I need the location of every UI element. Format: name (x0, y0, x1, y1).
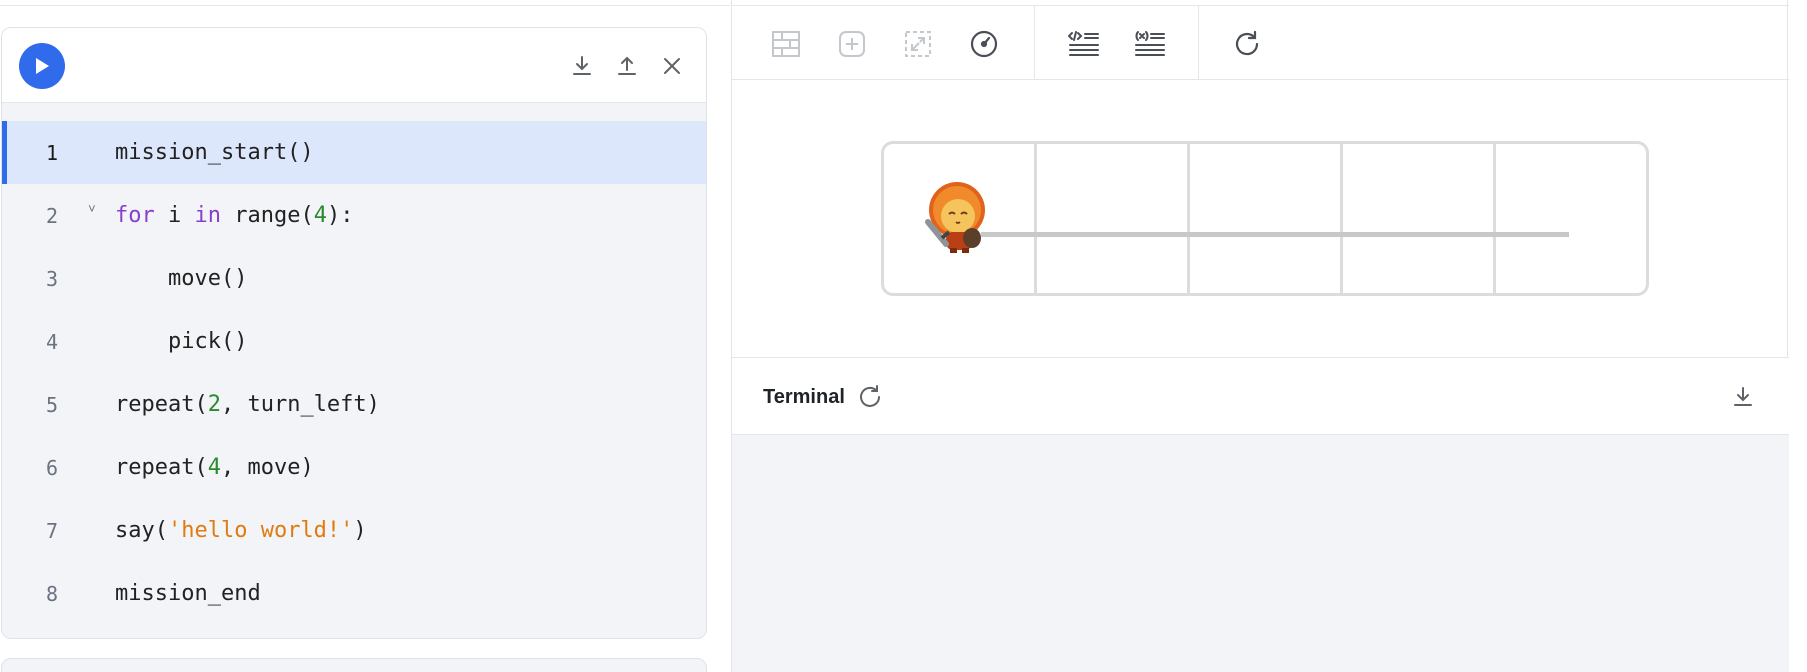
secondary-panel (1, 658, 707, 672)
close-editor-button[interactable] (657, 51, 687, 81)
lion-knight-character-icon (925, 182, 985, 253)
code-fragment: , move) (220, 455, 314, 480)
code-text[interactable]: move() (115, 266, 247, 291)
run-button[interactable] (19, 43, 65, 89)
divider (0, 5, 730, 6)
code-fragment: ): (326, 203, 354, 228)
upload-code-button[interactable] (612, 51, 642, 81)
terminal-refresh-button[interactable] (855, 382, 885, 412)
code-fragment: repeat( (115, 392, 208, 417)
game-stage (732, 80, 1789, 358)
code-line[interactable]: 1 mission_start() (2, 121, 706, 184)
variables-view-button[interactable] (1133, 27, 1167, 61)
code-line[interactable]: 3 move() (2, 247, 706, 310)
toolbar-separator (1198, 6, 1199, 80)
code-text[interactable]: for i in range(4): (115, 203, 353, 228)
grid-line (1493, 144, 1496, 293)
upload-icon (618, 56, 636, 75)
grid-toggle-button[interactable] (769, 27, 803, 61)
number-literal: 4 (207, 455, 221, 480)
code-line[interactable]: 6 repeat(4, move) (2, 436, 706, 499)
code-fragment: , turn_left) (220, 392, 380, 417)
speed-icon (970, 30, 998, 58)
fold-toggle-icon[interactable]: ˅ (88, 202, 96, 217)
line-number: 5 (45, 392, 59, 417)
toolbar-separator (1034, 6, 1035, 80)
grid-icon (772, 31, 800, 57)
fit-icon (905, 31, 931, 57)
game-grid (881, 141, 1649, 296)
download-icon (1734, 387, 1752, 406)
grid-line (1034, 144, 1037, 293)
code-lines[interactable]: 1 mission_start() 2 ˅ for i in range(4):… (2, 121, 706, 625)
string-literal: 'hello world!' (167, 518, 354, 543)
add-object-button[interactable] (835, 27, 869, 61)
code-line[interactable]: 4 pick() (2, 310, 706, 373)
line-number: 6 (45, 455, 59, 480)
code-line[interactable]: 2 ˅ for i in range(4): (2, 184, 706, 247)
variables-view-icon (1135, 31, 1165, 56)
speed-control-button[interactable] (967, 27, 1001, 61)
line-number: 2 (45, 203, 59, 228)
add-icon (839, 31, 865, 57)
code-view-button[interactable] (1067, 27, 1101, 61)
code-editor: 1 mission_start() 2 ˅ for i in range(4):… (1, 27, 707, 639)
number-literal: 2 (207, 392, 221, 417)
stage-toolbar (732, 6, 1789, 80)
line-number: 3 (45, 266, 59, 291)
code-text[interactable]: pick() (115, 329, 247, 354)
code-line[interactable]: 5 repeat(2, turn_left) (2, 373, 706, 436)
terminal-title: Terminal (763, 386, 845, 408)
movement-path (981, 232, 1569, 237)
keyword: in (194, 203, 222, 228)
code-fragment: range( (221, 203, 314, 228)
code-text[interactable]: repeat(2, turn_left) (115, 392, 380, 417)
refresh-icon (1235, 30, 1259, 56)
code-fragment: repeat( (115, 455, 208, 480)
play-icon (36, 58, 49, 74)
code-text[interactable]: say('hello world!') (115, 518, 367, 543)
fit-view-button[interactable] (901, 27, 935, 61)
code-text[interactable]: repeat(4, move) (115, 455, 314, 480)
grid-line (1340, 144, 1343, 293)
refresh-icon (860, 385, 880, 407)
terminal-output[interactable] (732, 435, 1789, 672)
download-code-button[interactable] (567, 51, 597, 81)
code-view-icon (1068, 31, 1099, 56)
code-line[interactable]: 8 mission_end (2, 562, 706, 625)
app-root: 1 mission_start() 2 ˅ for i in range(4):… (0, 0, 1807, 672)
number-literal: 4 (313, 203, 327, 228)
line-number: 8 (45, 581, 59, 606)
grid-line (1187, 144, 1190, 293)
reset-stage-button[interactable] (1230, 27, 1264, 61)
code-fragment: say( (115, 518, 168, 543)
code-text[interactable]: mission_end (115, 581, 261, 606)
output-column: Terminal (731, 0, 1789, 672)
line-number: 4 (45, 329, 59, 354)
line-number: 7 (45, 518, 59, 543)
code-text[interactable]: mission_start() (115, 140, 314, 165)
line-number: 1 (45, 140, 59, 165)
close-icon (664, 58, 680, 74)
code-fragment: i (154, 203, 195, 228)
code-line[interactable]: 7 say('hello world!') (2, 499, 706, 562)
code-fragment: ) (353, 518, 367, 543)
download-icon (573, 56, 591, 75)
editor-header (2, 28, 706, 103)
terminal-download-button[interactable] (1728, 382, 1758, 412)
editor-column: 1 mission_start() 2 ˅ for i in range(4):… (0, 0, 730, 672)
terminal-header: Terminal (732, 358, 1789, 435)
keyword: for (115, 203, 155, 228)
